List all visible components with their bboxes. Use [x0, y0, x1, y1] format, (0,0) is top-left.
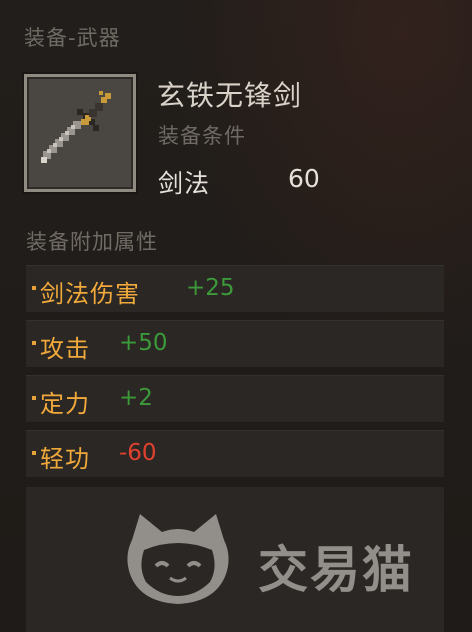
cat-logo-icon [127, 514, 229, 604]
attribute-name: 定力 [40, 390, 90, 418]
requirement-label: 剑法 [158, 169, 211, 198]
bullet-icon [32, 451, 36, 455]
sword-icon [41, 91, 111, 163]
attribute-row: 剑法伤害 +25 [26, 265, 444, 312]
requirement-title: 装备条件 [158, 124, 246, 148]
attribute-value: -60 [119, 440, 157, 466]
watermark: 交易猫 [118, 510, 448, 610]
attribute-name: 轻功 [40, 445, 90, 473]
attribute-row: 轻功 -60 [26, 430, 444, 477]
bullet-icon [32, 286, 36, 290]
attribute-row: 定力 +2 [26, 375, 444, 422]
item-icon-slot[interactable] [24, 74, 136, 192]
bullet-icon [32, 341, 36, 345]
attribute-value: +25 [186, 275, 235, 301]
watermark-text: 交易猫 [258, 541, 414, 599]
attribute-row: 攻击 +50 [26, 320, 444, 367]
attribute-name: 攻击 [40, 335, 90, 363]
attribute-value: +50 [119, 330, 168, 356]
bullet-icon [32, 396, 36, 400]
attribute-value: +2 [119, 385, 153, 411]
item-name: 玄铁无锋剑 [157, 79, 303, 112]
header-title: 装备-武器 [24, 26, 121, 50]
requirement-value: 60 [288, 164, 320, 193]
bonus-title: 装备附加属性 [26, 230, 158, 254]
attribute-name: 剑法伤害 [40, 280, 140, 308]
equipment-panel: 装备-武器 玄铁无锋剑 装备条件 剑法 60 装备附加属性 剑法伤害 +25 攻… [0, 0, 472, 632]
